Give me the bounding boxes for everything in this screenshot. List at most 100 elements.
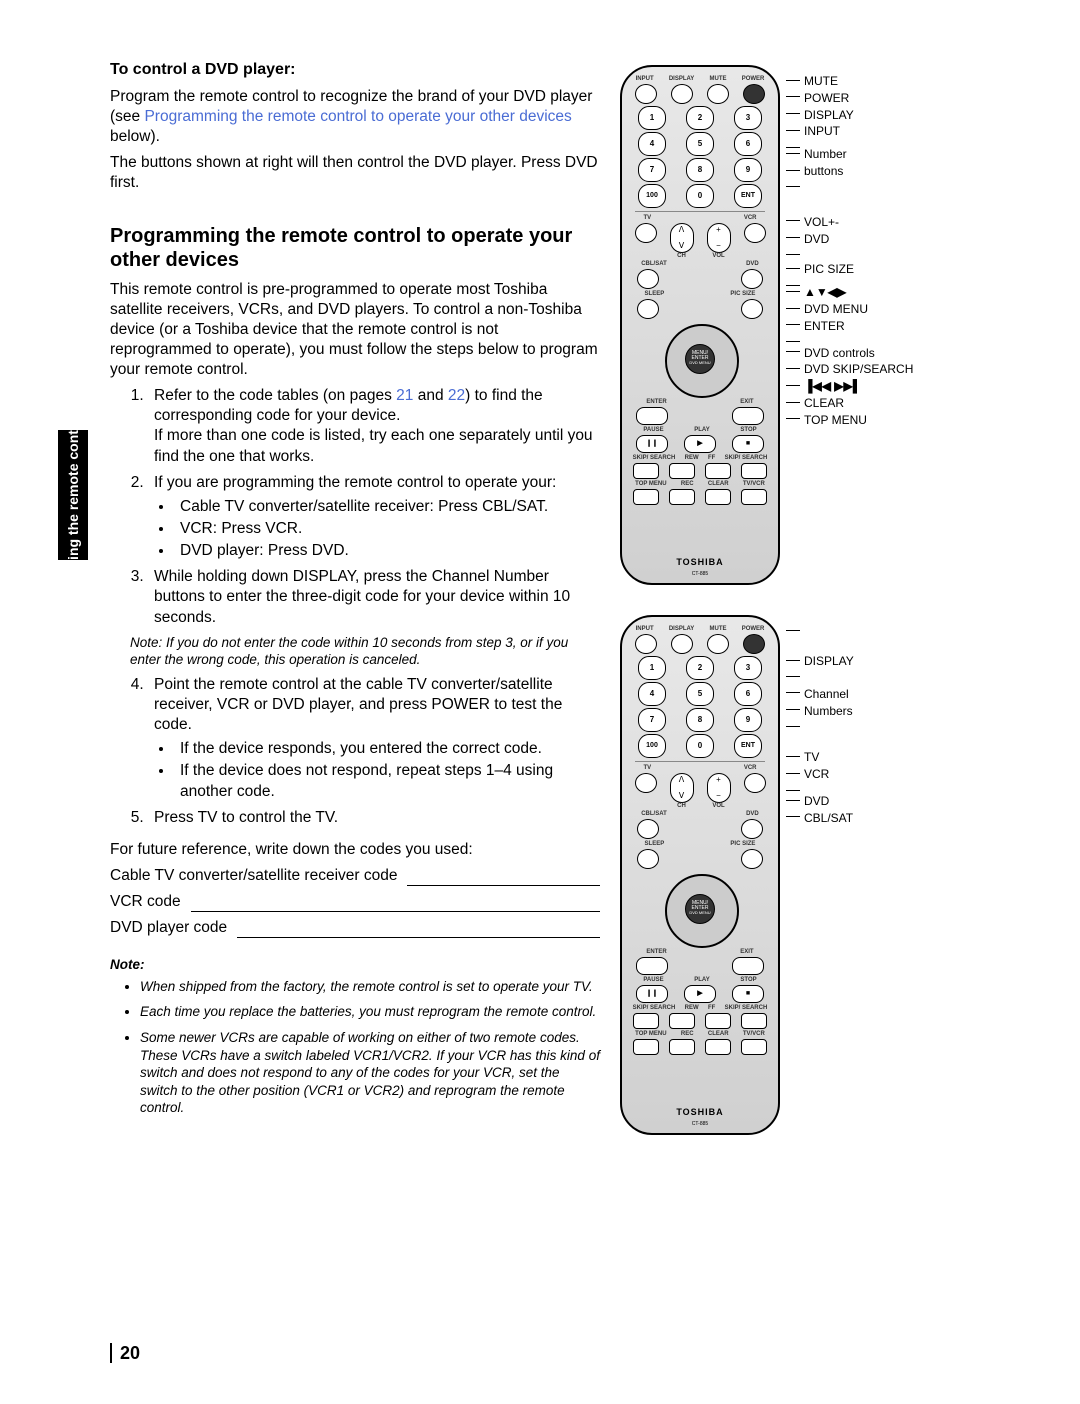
pause-button: ❙❙ [636, 435, 668, 453]
code-line-cbl: Cable TV converter/satellite receiver co… [110, 866, 600, 886]
rew-button [669, 463, 695, 479]
page-22-link[interactable]: 22 [448, 387, 465, 404]
callout2-channel-b: Numbers [786, 703, 854, 720]
mute-button-2 [707, 634, 729, 654]
brand-label: TOSHIBA [676, 557, 723, 567]
code-line-vcr: VCR code [110, 892, 600, 912]
skip-fwd-button [741, 463, 767, 479]
rec-button [669, 489, 695, 505]
text-column: To control a DVD player: Program the rem… [110, 60, 600, 1135]
clear-button [705, 489, 731, 505]
callout-topmenu: TOP MENU [786, 412, 913, 429]
remote-figure-1: INPUTDISPLAYMUTEPOWER 123 456 789 1000EN… [620, 65, 980, 585]
cbl-button [637, 269, 659, 289]
num-2: 2 [686, 106, 714, 130]
mute-button [707, 84, 729, 104]
tvvcr-button [741, 489, 767, 505]
num-100: 100 [638, 184, 666, 208]
codes-intro: For future reference, write down the cod… [110, 840, 600, 860]
vol-rocker: +− [707, 223, 731, 253]
callout-picsize: PIC SIZE [786, 261, 913, 278]
dvd-button [741, 269, 763, 289]
model-label: CT-885 [692, 571, 708, 577]
page-number: 20 [110, 1343, 140, 1364]
step-5: Press TV to control the TV. [148, 808, 600, 828]
callout-numbers-b: buttons [786, 163, 913, 180]
callout-mute: MUTE [786, 73, 913, 90]
callout-dvdskip: DVD SKIP/SEARCH [786, 361, 913, 378]
power-button [743, 84, 765, 104]
prog-intro: This remote control is pre-programmed to… [110, 280, 600, 381]
callouts-1: MUTE POWER DISPLAY INPUT Number buttons … [786, 65, 913, 585]
step-3: While holding down DISPLAY, press the Ch… [148, 567, 600, 627]
codes-block: For future reference, write down the cod… [110, 840, 600, 939]
menu-enter-button: MENU/ENTERDVD MENU [685, 344, 715, 374]
callout2-tv: TV [786, 749, 854, 766]
num-0: 0 [686, 184, 714, 208]
callout2-vcr: VCR [786, 766, 854, 783]
num-9: 9 [734, 158, 762, 182]
callout-input: INPUT [786, 123, 913, 140]
display-button [671, 84, 693, 104]
num-6: 6 [734, 132, 762, 156]
figure-column: INPUTDISPLAYMUTEPOWER 123 456 789 1000EN… [620, 60, 980, 1135]
step-2: If you are programming the remote contro… [148, 473, 600, 562]
callout2-channel-a: Channel [786, 686, 854, 703]
inline-note: Note: If you do not enter the code withi… [130, 634, 600, 669]
remote-figure-2: INPUTDISPLAYMUTEPOWER 123 456 789 1000EN… [620, 615, 980, 1135]
power-button-2 [743, 634, 765, 654]
dvd-para-2: The buttons shown at right will then con… [110, 153, 600, 193]
callout-vol: VOL+- [786, 214, 913, 231]
prog-heading: Programming the remote control to operat… [110, 224, 600, 272]
step-4a: If the device responds, you entered the … [174, 739, 600, 759]
side-tab: Using the remote control [58, 430, 88, 560]
callout-skip-icons: ▐◀◀ ▶▶▌ [786, 378, 913, 395]
play-button: ▶ [684, 435, 716, 453]
callout2-display: DISPLAY [786, 653, 854, 670]
programming-link[interactable]: Programming the remote control to operat… [144, 108, 571, 125]
num-7: 7 [638, 158, 666, 182]
step-1: Refer to the code tables (on pages 21 an… [148, 386, 600, 467]
callout-numbers-a: Number [786, 146, 913, 163]
callout-clear: CLEAR [786, 395, 913, 412]
ch-rocker: ᐱᐯ [670, 223, 694, 253]
remote-1: INPUTDISPLAYMUTEPOWER 123 456 789 1000EN… [620, 65, 780, 585]
note-2: Each time you replace the batteries, you… [140, 1003, 600, 1021]
notes-block: Note: When shipped from the factory, the… [110, 956, 600, 1116]
input-button [635, 84, 657, 104]
display-button-2 [671, 634, 693, 654]
callouts-2: DISPLAY Channel Numbers TV VCR DVD CBL/S… [786, 615, 854, 1135]
callout-arrows: ▲▼◀▶ [786, 284, 913, 301]
num-8: 8 [686, 158, 714, 182]
ff-button [705, 463, 731, 479]
dvd-para-1: Program the remote control to recognize … [110, 87, 600, 147]
step-2c: DVD player: Press DVD. [174, 541, 600, 561]
num-4: 4 [638, 132, 666, 156]
num-3: 3 [734, 106, 762, 130]
tv-button [635, 223, 657, 243]
step-4: Point the remote control at the cable TV… [148, 675, 600, 802]
callout-enter: ENTER [786, 318, 913, 335]
input-button-2 [635, 634, 657, 654]
prog-steps-cont: Point the remote control at the cable TV… [110, 675, 600, 828]
note-1: When shipped from the factory, the remot… [140, 978, 600, 996]
remote-2: INPUTDISPLAYMUTEPOWER 123 456 789 1000EN… [620, 615, 780, 1135]
code-line-dvd: DVD player code [110, 918, 600, 938]
callout2-cbl: CBL/SAT [786, 810, 854, 827]
stop-button: ■ [732, 435, 764, 453]
prog-steps: Refer to the code tables (on pages 21 an… [110, 386, 600, 628]
num-5: 5 [686, 132, 714, 156]
step-2a: Cable TV converter/satellite receiver: P… [174, 497, 600, 517]
topmenu-button [633, 489, 659, 505]
notes-heading: Note: [110, 956, 600, 974]
exit-button [732, 407, 764, 425]
step-4b: If the device does not respond, repeat s… [174, 761, 600, 801]
picsize-button [741, 299, 763, 319]
page-21-link[interactable]: 21 [396, 387, 413, 404]
callout2-dvd: DVD [786, 793, 854, 810]
sleep-button [637, 299, 659, 319]
callout-dvdmenu: DVD MENU [786, 301, 913, 318]
vcr-button [744, 223, 766, 243]
dvd-heading: To control a DVD player: [110, 60, 600, 81]
callout-power: POWER [786, 90, 913, 107]
